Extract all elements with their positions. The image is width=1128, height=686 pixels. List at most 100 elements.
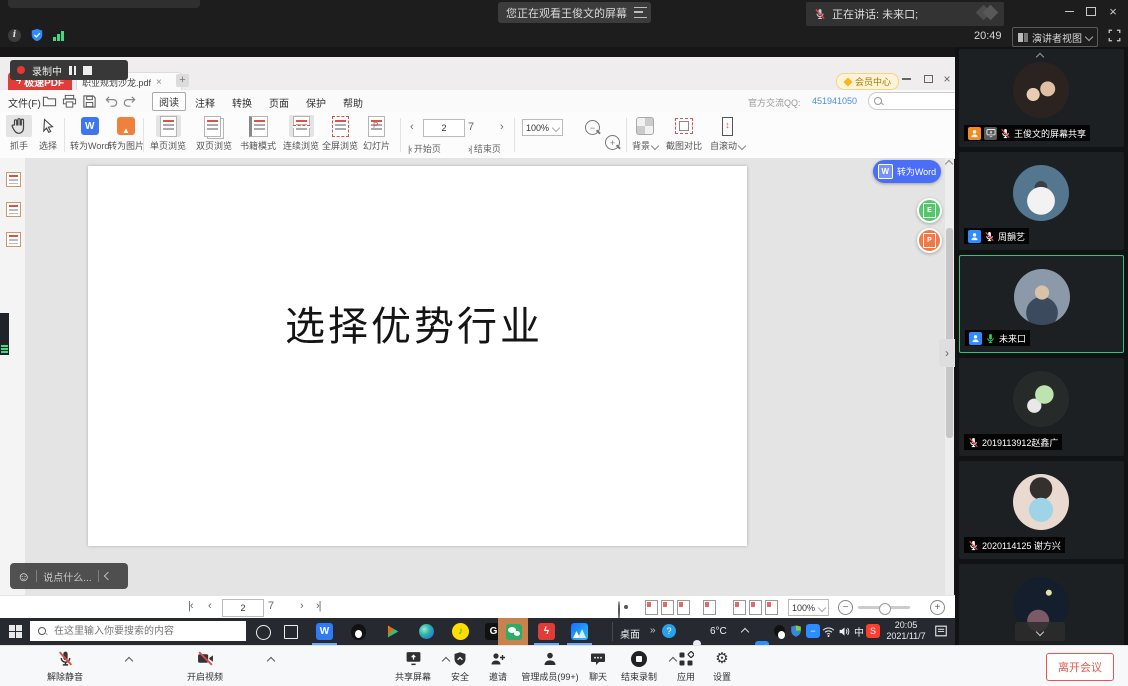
participant-tile[interactable]: 王俊文的屏幕共享	[959, 49, 1124, 147]
view-mode-dropdown[interactable]: 演讲者视图	[1012, 27, 1098, 47]
tray-driver-icon[interactable]: ?	[662, 624, 676, 638]
print-icon[interactable]	[62, 94, 77, 109]
first-page-button[interactable]	[188, 600, 193, 612]
start-video-button[interactable]: 开启视频	[175, 650, 235, 683]
weather-temp[interactable]: 6°C	[710, 626, 727, 637]
zoom-out-button[interactable]: −	[585, 120, 600, 135]
banner-menu-icon[interactable]	[634, 7, 647, 18]
start-button[interactable]	[9, 625, 22, 638]
page-number-input[interactable]	[423, 119, 465, 137]
menu-tab-help[interactable]: 帮助	[343, 95, 363, 110]
tray-expand-icon[interactable]	[741, 628, 749, 636]
collapse-chat-icon[interactable]	[103, 572, 111, 580]
open-folder-icon[interactable]	[42, 94, 57, 109]
action-center-button[interactable]	[934, 624, 948, 638]
participant-tile[interactable]: 周韻艺	[959, 152, 1124, 250]
taskbar-edge-icon[interactable]	[418, 623, 435, 640]
meeting-security-shield-icon[interactable]	[30, 28, 44, 42]
zoom-slider[interactable]	[858, 606, 910, 609]
desktop-toolbar-chevron[interactable]: »	[650, 625, 656, 636]
book-mode-tool[interactable]: 书籍模式	[240, 115, 276, 152]
tab-close-icon[interactable]: ×	[156, 77, 162, 88]
cortana-button[interactable]	[256, 625, 271, 640]
collapse-sidebar-icon[interactable]	[1036, 53, 1044, 61]
video-options-caret[interactable]	[267, 657, 275, 665]
to-word-tool[interactable]: W 转为Word	[70, 115, 109, 152]
fit-width-mini-button[interactable]	[765, 600, 778, 615]
zoom-in-button[interactable]: +	[605, 135, 620, 150]
taskbar-wechat-icon[interactable]	[505, 623, 522, 640]
participant-tile[interactable]: 2019113912赵鑫广	[959, 358, 1124, 456]
slideshow-tool[interactable]: 幻灯片	[363, 115, 390, 152]
chat-placeholder[interactable]: 说点什么...	[43, 569, 91, 584]
next-page-button[interactable]	[500, 121, 504, 133]
desktop-toolbar-label[interactable]: 桌面	[620, 626, 640, 641]
prev-page-button[interactable]	[410, 121, 414, 133]
new-tab-button[interactable]: +	[176, 74, 189, 87]
fullscreen-view-tool[interactable]: 全屏浏览	[322, 115, 358, 152]
menu-tab-read[interactable]: 阅读	[152, 92, 186, 111]
close-button[interactable]: ×	[1102, 4, 1124, 19]
leave-meeting-button[interactable]: 离开会议	[1046, 653, 1114, 681]
menu-tab-page[interactable]: 页面	[269, 95, 289, 110]
hand-tool[interactable]: 抓手	[6, 115, 32, 152]
taskbar-qq-icon[interactable]	[350, 623, 367, 640]
sidebar-expand-button[interactable]: ›	[939, 339, 955, 367]
last-page-button[interactable]	[316, 600, 321, 612]
scrollbar-thumb[interactable]	[946, 228, 953, 438]
taskbar-search[interactable]	[30, 621, 246, 641]
double-page-tool[interactable]: 双页浏览	[196, 115, 232, 152]
stop-recording-button[interactable]: 结束录制	[613, 650, 665, 683]
menu-tab-protect[interactable]: 保护	[306, 95, 326, 110]
stop-button[interactable]	[83, 66, 92, 75]
next-page-button[interactable]	[300, 600, 304, 612]
slideshow-mini-button[interactable]	[703, 600, 716, 615]
autoscroll-tool[interactable]: ↕ 自滚动	[710, 115, 745, 152]
meeting-info-icon[interactable]: i	[8, 29, 21, 42]
tray-defender-icon[interactable]	[789, 624, 803, 638]
prev-page-button[interactable]	[208, 600, 212, 612]
chat-overlay[interactable]: ☺ 说点什么...	[10, 563, 128, 589]
pdf-search-box[interactable]	[868, 92, 962, 110]
more-participants-button[interactable]	[1015, 622, 1065, 641]
image-panel-button[interactable]	[6, 202, 21, 217]
zoom-select[interactable]: 100%	[788, 599, 829, 616]
file-menu-button[interactable]: 文件(F)	[8, 95, 41, 110]
security-button[interactable]: 安全	[443, 650, 477, 683]
minimize-button[interactable]	[1058, 4, 1080, 19]
settings-button[interactable]: ⚙ 设置	[707, 650, 737, 683]
to-ppt-float-button[interactable]: P	[917, 228, 942, 253]
select-tool[interactable]: 选择	[36, 115, 60, 152]
taskbar-tencent-meeting-icon[interactable]	[571, 623, 588, 640]
single-page-tool[interactable]: 单页浏览	[150, 115, 186, 152]
background-tool[interactable]: 背景	[632, 115, 658, 152]
mic-options-caret[interactable]	[125, 657, 133, 665]
fit-page-mini-button[interactable]	[749, 600, 762, 615]
taskbar-qq-music-icon[interactable]: ♪	[452, 623, 469, 640]
menu-tab-convert[interactable]: 转换	[232, 95, 252, 110]
zoom-select[interactable]: 100%	[522, 119, 563, 136]
pause-button[interactable]	[69, 66, 76, 75]
continuous-tool[interactable]: 连续浏览	[283, 115, 319, 152]
zoom-out-button[interactable]: −	[838, 600, 853, 615]
document-scrollbar[interactable]	[945, 158, 954, 595]
zoom-in-button[interactable]: +	[930, 600, 945, 615]
first-page-button[interactable]: 开始页	[408, 142, 441, 155]
pdf-close-button[interactable]: ×	[939, 72, 955, 86]
taskbar-wps-icon[interactable]: W	[316, 623, 333, 640]
manage-members-button[interactable]: 管理成员(99+)	[513, 650, 587, 683]
page-number-input[interactable]	[222, 599, 264, 617]
volume-icon[interactable]	[838, 625, 851, 638]
smiley-icon[interactable]: ☺	[17, 570, 30, 583]
invite-button[interactable]: 邀请	[483, 650, 513, 683]
continuous-mini-button[interactable]	[677, 600, 690, 615]
qq-number[interactable]: 451941050	[812, 96, 857, 106]
zoom-slider-knob[interactable]	[879, 603, 891, 615]
tray-sogou-icon[interactable]: S	[866, 624, 880, 638]
wifi-icon[interactable]	[822, 625, 835, 638]
pdf-search-input[interactable]	[885, 95, 949, 107]
taskbar-jisu-pdf-icon[interactable]: ϟ	[538, 623, 555, 640]
to-word-float-button[interactable]: W 转为Word	[873, 160, 941, 183]
bookmark-panel-button[interactable]	[6, 232, 21, 247]
task-view-button[interactable]	[284, 625, 298, 639]
